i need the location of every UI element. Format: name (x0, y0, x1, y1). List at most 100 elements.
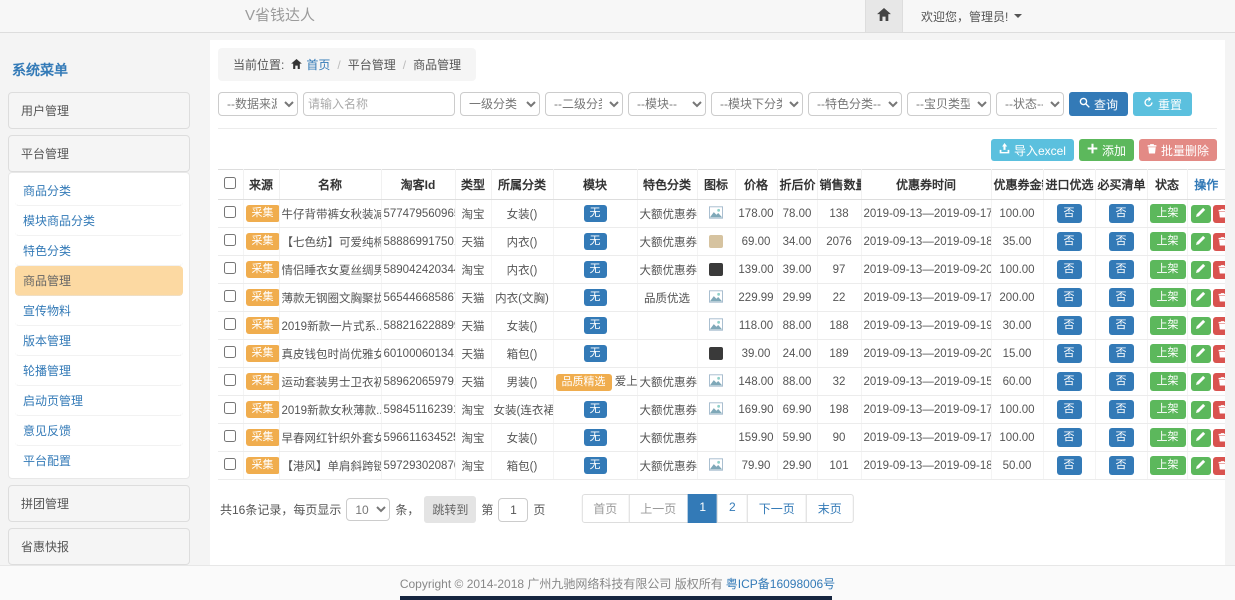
import-toggle-button[interactable]: 否 (1057, 400, 1082, 419)
prev-page-button[interactable]: 上一页 (628, 494, 688, 523)
sidebar-item-platform-config[interactable]: 平台配置 (15, 446, 183, 475)
page-1-button[interactable]: 1 (687, 494, 718, 523)
sidebar-item-feature-category[interactable]: 特色分类 (15, 236, 183, 266)
row-checkbox[interactable] (224, 458, 236, 470)
user-menu[interactable]: 欢迎您，管理员! (903, 0, 1235, 32)
delete-button[interactable] (1213, 317, 1226, 335)
delete-button[interactable] (1213, 233, 1226, 251)
filter-select-6[interactable]: --状态-- (996, 92, 1064, 116)
status-button[interactable]: 上架 (1150, 204, 1186, 223)
delete-button[interactable] (1213, 205, 1226, 223)
import-excel-button[interactable]: 导入excel (991, 139, 1074, 161)
select-all-checkbox[interactable] (224, 177, 236, 189)
page-2-button[interactable]: 2 (717, 494, 748, 523)
import-toggle-button[interactable]: 否 (1057, 344, 1082, 363)
delete-button[interactable] (1213, 345, 1226, 363)
must-buy-toggle-button[interactable]: 否 (1109, 344, 1134, 363)
must-buy-toggle-button[interactable]: 否 (1109, 260, 1134, 279)
first-page-button[interactable]: 首页 (581, 494, 629, 523)
edit-button[interactable] (1191, 233, 1211, 251)
import-toggle-button[interactable]: 否 (1057, 316, 1082, 335)
sidebar-item-version-management[interactable]: 版本管理 (15, 326, 183, 356)
row-checkbox[interactable] (224, 262, 236, 274)
filter-select-4[interactable]: --特色分类-- (808, 92, 902, 116)
must-buy-toggle-button[interactable]: 否 (1109, 372, 1134, 391)
sidebar-item-module-goods-category[interactable]: 模块商品分类 (15, 206, 183, 236)
row-checkbox[interactable] (224, 206, 236, 218)
row-checkbox[interactable] (224, 402, 236, 414)
status-button[interactable]: 上架 (1150, 344, 1186, 363)
status-button[interactable]: 上架 (1150, 400, 1186, 419)
import-toggle-button[interactable]: 否 (1057, 232, 1082, 251)
next-page-button[interactable]: 下一页 (747, 494, 807, 523)
import-toggle-button[interactable]: 否 (1057, 372, 1082, 391)
row-checkbox[interactable] (224, 346, 236, 358)
must-buy-toggle-button[interactable]: 否 (1109, 204, 1134, 223)
sidebar-item-goods-category[interactable]: 商品分类 (15, 176, 183, 206)
row-checkbox[interactable] (224, 234, 236, 246)
import-toggle-button[interactable]: 否 (1057, 456, 1082, 475)
sidebar-item-feedback[interactable]: 意见反馈 (15, 416, 183, 446)
delete-button[interactable] (1213, 401, 1226, 419)
delete-button[interactable] (1213, 429, 1226, 447)
row-checkbox[interactable] (224, 290, 236, 302)
sidebar-item-promo-materials[interactable]: 宣传物料 (15, 296, 183, 326)
row-checkbox[interactable] (224, 430, 236, 442)
filter-select-1[interactable]: --二级分类-- (545, 92, 623, 116)
page-number-input[interactable] (498, 498, 528, 522)
sidebar-item-carousel-management[interactable]: 轮播管理 (15, 356, 183, 386)
delete-button[interactable] (1213, 289, 1226, 307)
status-button[interactable]: 上架 (1150, 288, 1186, 307)
edit-button[interactable] (1191, 317, 1211, 335)
edit-button[interactable] (1191, 373, 1211, 391)
delete-button[interactable] (1213, 261, 1226, 279)
row-checkbox[interactable] (224, 318, 236, 330)
must-buy-toggle-button[interactable]: 否 (1109, 456, 1134, 475)
reset-button[interactable]: 重置 (1133, 92, 1192, 116)
import-toggle-button[interactable]: 否 (1057, 288, 1082, 307)
edit-button[interactable] (1191, 289, 1211, 307)
sidebar-group-saving-express[interactable]: 省惠快报 (8, 528, 190, 565)
add-button[interactable]: 添加 (1079, 139, 1134, 161)
delete-button[interactable] (1213, 457, 1226, 475)
edit-button[interactable] (1191, 457, 1211, 475)
home-button[interactable] (865, 0, 903, 32)
per-page-select[interactable]: 10 (346, 498, 390, 521)
status-button[interactable]: 上架 (1150, 316, 1186, 335)
jump-button[interactable]: 跳转到 (424, 496, 476, 523)
filter-select-5[interactable]: --宝贝类型-- (907, 92, 991, 116)
row-checkbox[interactable] (224, 374, 236, 386)
must-buy-toggle-button[interactable]: 否 (1109, 232, 1134, 251)
filter-select-0[interactable]: 一级分类 (460, 92, 540, 116)
status-button[interactable]: 上架 (1150, 260, 1186, 279)
filter-select-3[interactable]: --模块下分类-- (711, 92, 803, 116)
search-button[interactable]: 查询 (1069, 92, 1128, 116)
last-page-button[interactable]: 末页 (806, 494, 854, 523)
data-source-select[interactable]: --数据来源-- (218, 92, 298, 116)
sidebar-group-group-buy-management[interactable]: 拼团管理 (8, 485, 190, 522)
status-button[interactable]: 上架 (1150, 232, 1186, 251)
edit-button[interactable] (1191, 345, 1211, 363)
name-search-input[interactable] (303, 92, 455, 116)
import-toggle-button[interactable]: 否 (1057, 428, 1082, 447)
sidebar-item-goods-management[interactable]: 商品管理 (15, 266, 183, 296)
icp-link[interactable]: 粤ICP备16098006号 (726, 575, 835, 592)
must-buy-toggle-button[interactable]: 否 (1109, 400, 1134, 419)
filter-select-2[interactable]: --模块-- (628, 92, 706, 116)
edit-button[interactable] (1191, 401, 1211, 419)
status-button[interactable]: 上架 (1150, 456, 1186, 475)
edit-button[interactable] (1191, 261, 1211, 279)
sidebar-group-platform-management[interactable]: 平台管理 (8, 135, 190, 172)
edit-button[interactable] (1191, 205, 1211, 223)
must-buy-toggle-button[interactable]: 否 (1109, 316, 1134, 335)
import-toggle-button[interactable]: 否 (1057, 260, 1082, 279)
delete-button[interactable] (1213, 373, 1226, 391)
batch-delete-button[interactable]: 批量删除 (1139, 139, 1217, 161)
breadcrumb-home-link[interactable]: 首页 (291, 56, 330, 73)
import-toggle-button[interactable]: 否 (1057, 204, 1082, 223)
status-button[interactable]: 上架 (1150, 372, 1186, 391)
must-buy-toggle-button[interactable]: 否 (1109, 428, 1134, 447)
status-button[interactable]: 上架 (1150, 428, 1186, 447)
sidebar-group-user-management[interactable]: 用户管理 (8, 92, 190, 129)
sidebar-item-splash-page-management[interactable]: 启动页管理 (15, 386, 183, 416)
